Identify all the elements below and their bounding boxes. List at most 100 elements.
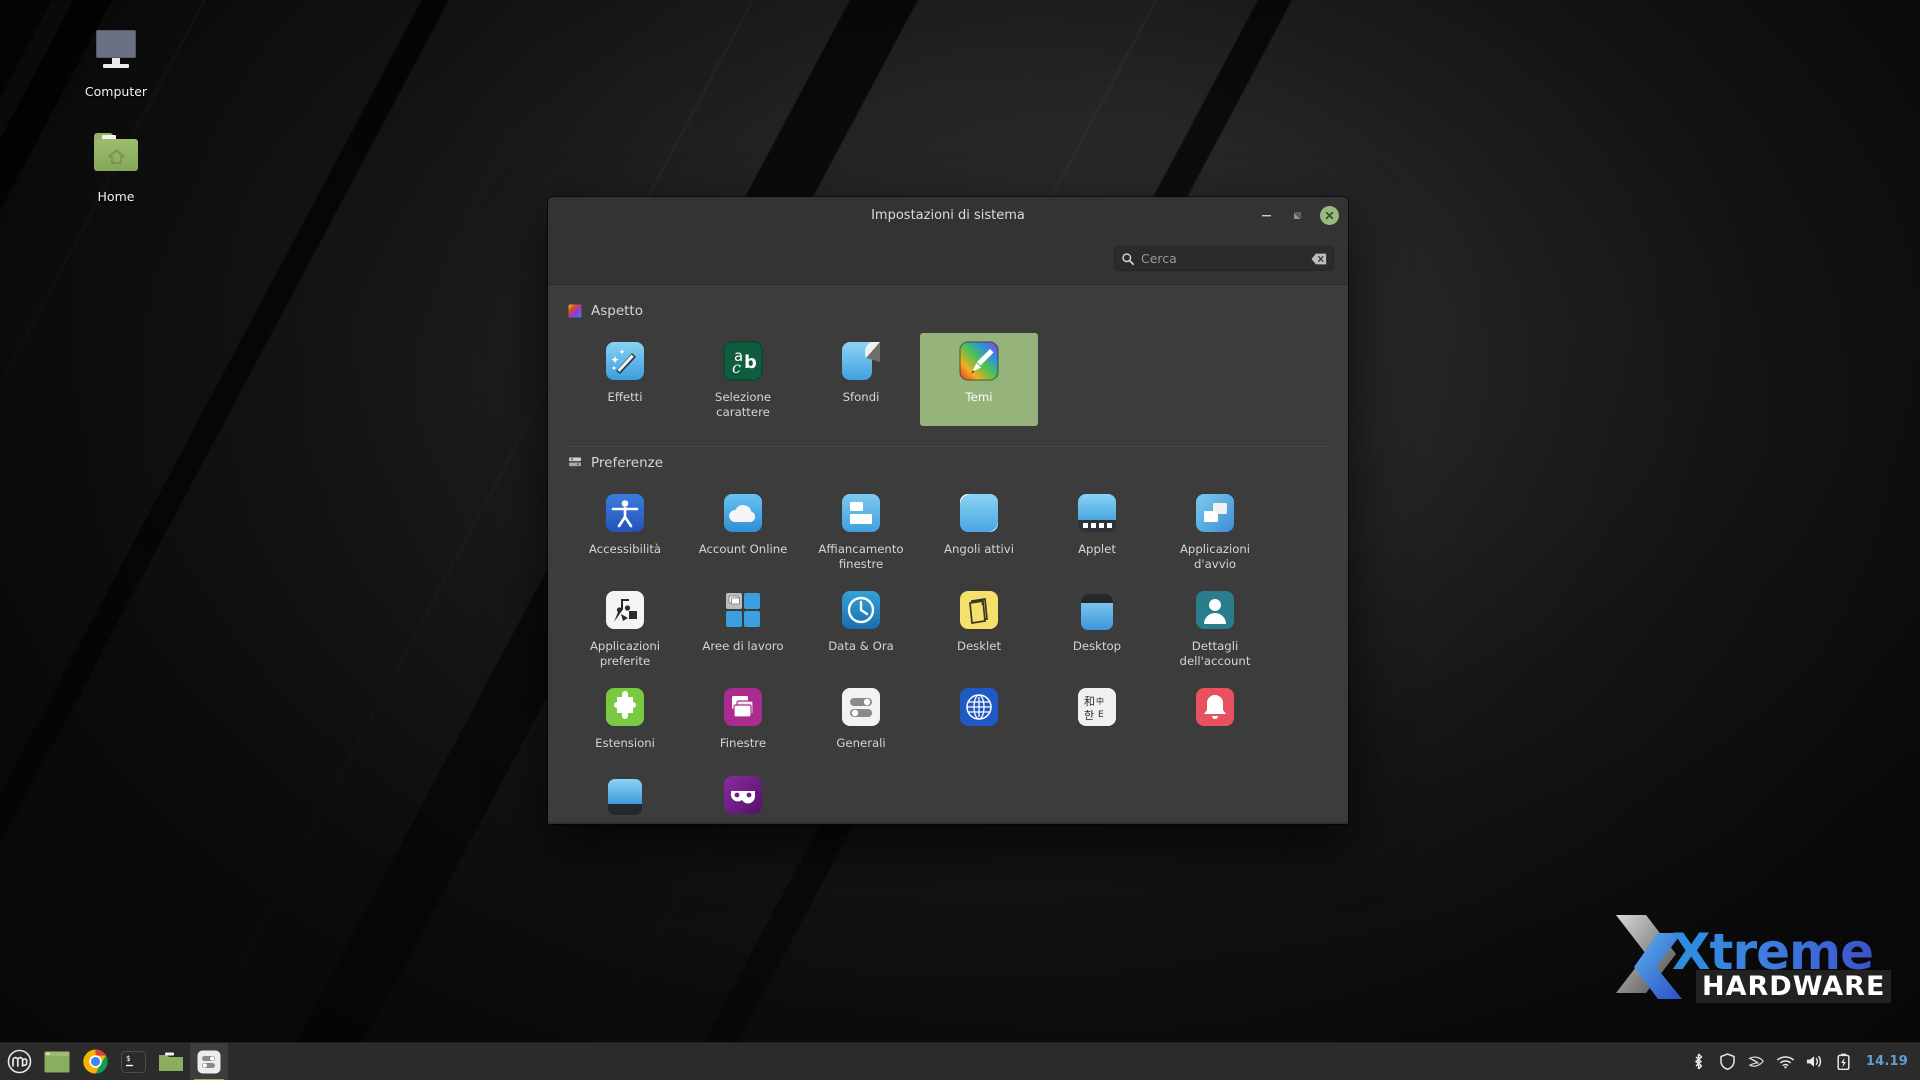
window-tiling-icon <box>841 493 881 533</box>
panel-left-group: $ <box>0 1043 228 1080</box>
settings-tile-aree-di-lavoro[interactable]: Aree di lavoro <box>684 582 802 675</box>
clock[interactable]: 14.19 <box>1864 1054 1908 1069</box>
applet-panel-icon <box>1077 493 1117 533</box>
search-icon <box>1121 252 1135 266</box>
section-divider <box>568 446 1328 447</box>
close-button[interactable] <box>1320 206 1339 225</box>
privacy-mask-icon <box>723 775 763 815</box>
desktop-icon-computer[interactable]: Computer <box>60 18 172 105</box>
accessibility-person-icon <box>605 493 645 533</box>
google-chrome-icon <box>83 1049 108 1074</box>
minimize-button[interactable] <box>1258 207 1275 224</box>
search-box[interactable] <box>1114 246 1334 271</box>
window-titlebar[interactable]: Impostazioni di sistema <box>548 197 1348 233</box>
desklet-note-icon <box>959 590 999 630</box>
tile-label: Finestre <box>720 736 766 751</box>
section-title: Preferenze <box>591 455 663 471</box>
search-input[interactable] <box>1141 251 1305 266</box>
settings-tile-selezione-carattere[interactable]: a b c Selezione carattere <box>684 333 802 426</box>
minimize-icon <box>1260 209 1273 222</box>
bluetooth-icon[interactable] <box>1690 1053 1707 1070</box>
tile-label: Temi <box>966 390 993 405</box>
svg-text:b: b <box>744 352 757 373</box>
settings-tile-affiancamento-finestre[interactable]: Affiancamento finestre <box>802 485 920 578</box>
paintbrush-rainbow-icon <box>959 341 999 381</box>
section-title: Aspetto <box>591 303 643 319</box>
system-tray: 14.19 <box>1690 1043 1920 1080</box>
font-abc-icon: a b c <box>723 341 763 381</box>
tile-label: Estensioni <box>595 736 655 751</box>
system-settings-window: Impostazioni di sistema <box>548 197 1348 824</box>
desktop-icon-label: Computer <box>85 85 147 99</box>
settings-tile-finestre[interactable]: Finestre <box>684 679 802 763</box>
green-window-icon <box>44 1051 70 1073</box>
window-toolbar <box>548 233 1348 285</box>
settings-tile-applicazioni-avvio[interactable]: Applicazioni d'avvio <box>1156 485 1274 578</box>
windows-stack-icon <box>723 687 763 727</box>
xtreme-hardware-watermark: Xtreme HARDWARE <box>1612 907 1882 1002</box>
settings-tile-applet[interactable]: Applet <box>1038 485 1156 578</box>
settings-tile-estensioni[interactable]: Estensioni <box>566 679 684 763</box>
hot-corners-icon <box>959 493 999 533</box>
settings-tile-metodo-input[interactable]: 和 中 한 E <box>1038 679 1156 763</box>
taskbar-panel: $ <box>0 1042 1920 1080</box>
svg-text:中: 中 <box>1096 696 1104 706</box>
magic-wand-icon <box>605 341 645 381</box>
settings-tile-applicazioni-preferite[interactable]: Applicazioni preferite <box>566 582 684 675</box>
maximize-button[interactable] <box>1289 207 1306 224</box>
tile-label: Affiancamento finestre <box>806 542 916 572</box>
color-swatch-icon <box>568 304 582 318</box>
settings-tile-angoli-attivi[interactable]: Angoli attivi <box>920 485 1038 578</box>
nvidia-icon[interactable] <box>1748 1053 1765 1070</box>
settings-tile-lingue[interactable] <box>920 679 1038 763</box>
linux-mint-menu-icon <box>7 1049 32 1074</box>
puzzle-piece-icon <box>605 687 645 727</box>
settings-tile-dettagli-account[interactable]: Dettagli dell'account <box>1156 582 1274 675</box>
desktop-icon-home[interactable]: Home <box>60 123 172 210</box>
terminal-icon: $ <box>121 1051 146 1073</box>
settings-tile-accessibilita[interactable]: Accessibilità <box>566 485 684 578</box>
clock-icon <box>841 590 881 630</box>
maximize-icon <box>1291 209 1304 222</box>
tile-label: Angoli attivi <box>944 542 1014 557</box>
settings-tile-pannello[interactable] <box>566 767 684 824</box>
settings-tile-account-online[interactable]: Account Online <box>684 485 802 578</box>
tile-label: Data & Ora <box>828 639 894 654</box>
volume-icon[interactable] <box>1806 1053 1823 1070</box>
clear-backspace-icon[interactable] <box>1311 252 1327 266</box>
settings-tile-desklet[interactable]: Desklet <box>920 582 1038 675</box>
settings-tile-sfondi[interactable]: Sfondi <box>802 333 920 426</box>
system-settings-task[interactable] <box>190 1043 228 1080</box>
update-manager-shield-icon[interactable] <box>1719 1053 1736 1070</box>
panel-icon <box>605 775 645 815</box>
home-folder-icon <box>90 129 142 181</box>
settings-tile-privacy[interactable] <box>684 767 802 824</box>
settings-tile-notifiche[interactable] <box>1156 679 1274 763</box>
window-list-item[interactable] <box>38 1043 76 1080</box>
battery-charging-icon[interactable] <box>1835 1053 1852 1070</box>
tile-label: Applicazioni preferite <box>570 639 680 669</box>
settings-tile-generali[interactable]: Generali <box>802 679 920 763</box>
menu-button[interactable] <box>0 1043 38 1080</box>
chrome-launcher[interactable] <box>76 1043 114 1080</box>
settings-tile-temi[interactable]: Temi <box>920 333 1038 426</box>
file-manager-folder-icon <box>158 1051 184 1073</box>
wifi-icon[interactable] <box>1777 1053 1794 1070</box>
svg-text:$: $ <box>126 1054 131 1063</box>
settings-content: Aspetto Effetti <box>548 285 1348 824</box>
desktop-icon-area: Computer Home <box>60 18 220 229</box>
settings-tile-effetti[interactable]: Effetti <box>566 333 684 426</box>
settings-tile-desktop[interactable]: Desktop <box>1038 582 1156 675</box>
tile-label: Applet <box>1078 542 1116 557</box>
input-method-cjk-icon: 和 中 한 E <box>1077 687 1117 727</box>
workspaces-grid-icon <box>723 590 763 630</box>
toggles-icon <box>841 687 881 727</box>
terminal-launcher[interactable]: $ <box>114 1043 152 1080</box>
tile-label: Selezione carattere <box>688 390 798 420</box>
files-launcher[interactable] <box>152 1043 190 1080</box>
user-account-icon <box>1195 590 1235 630</box>
sliders-stack-icon <box>568 456 582 470</box>
tile-label: Generali <box>836 736 885 751</box>
wallpaper-peel-icon <box>841 341 881 381</box>
settings-tile-data-ora[interactable]: Data & Ora <box>802 582 920 675</box>
